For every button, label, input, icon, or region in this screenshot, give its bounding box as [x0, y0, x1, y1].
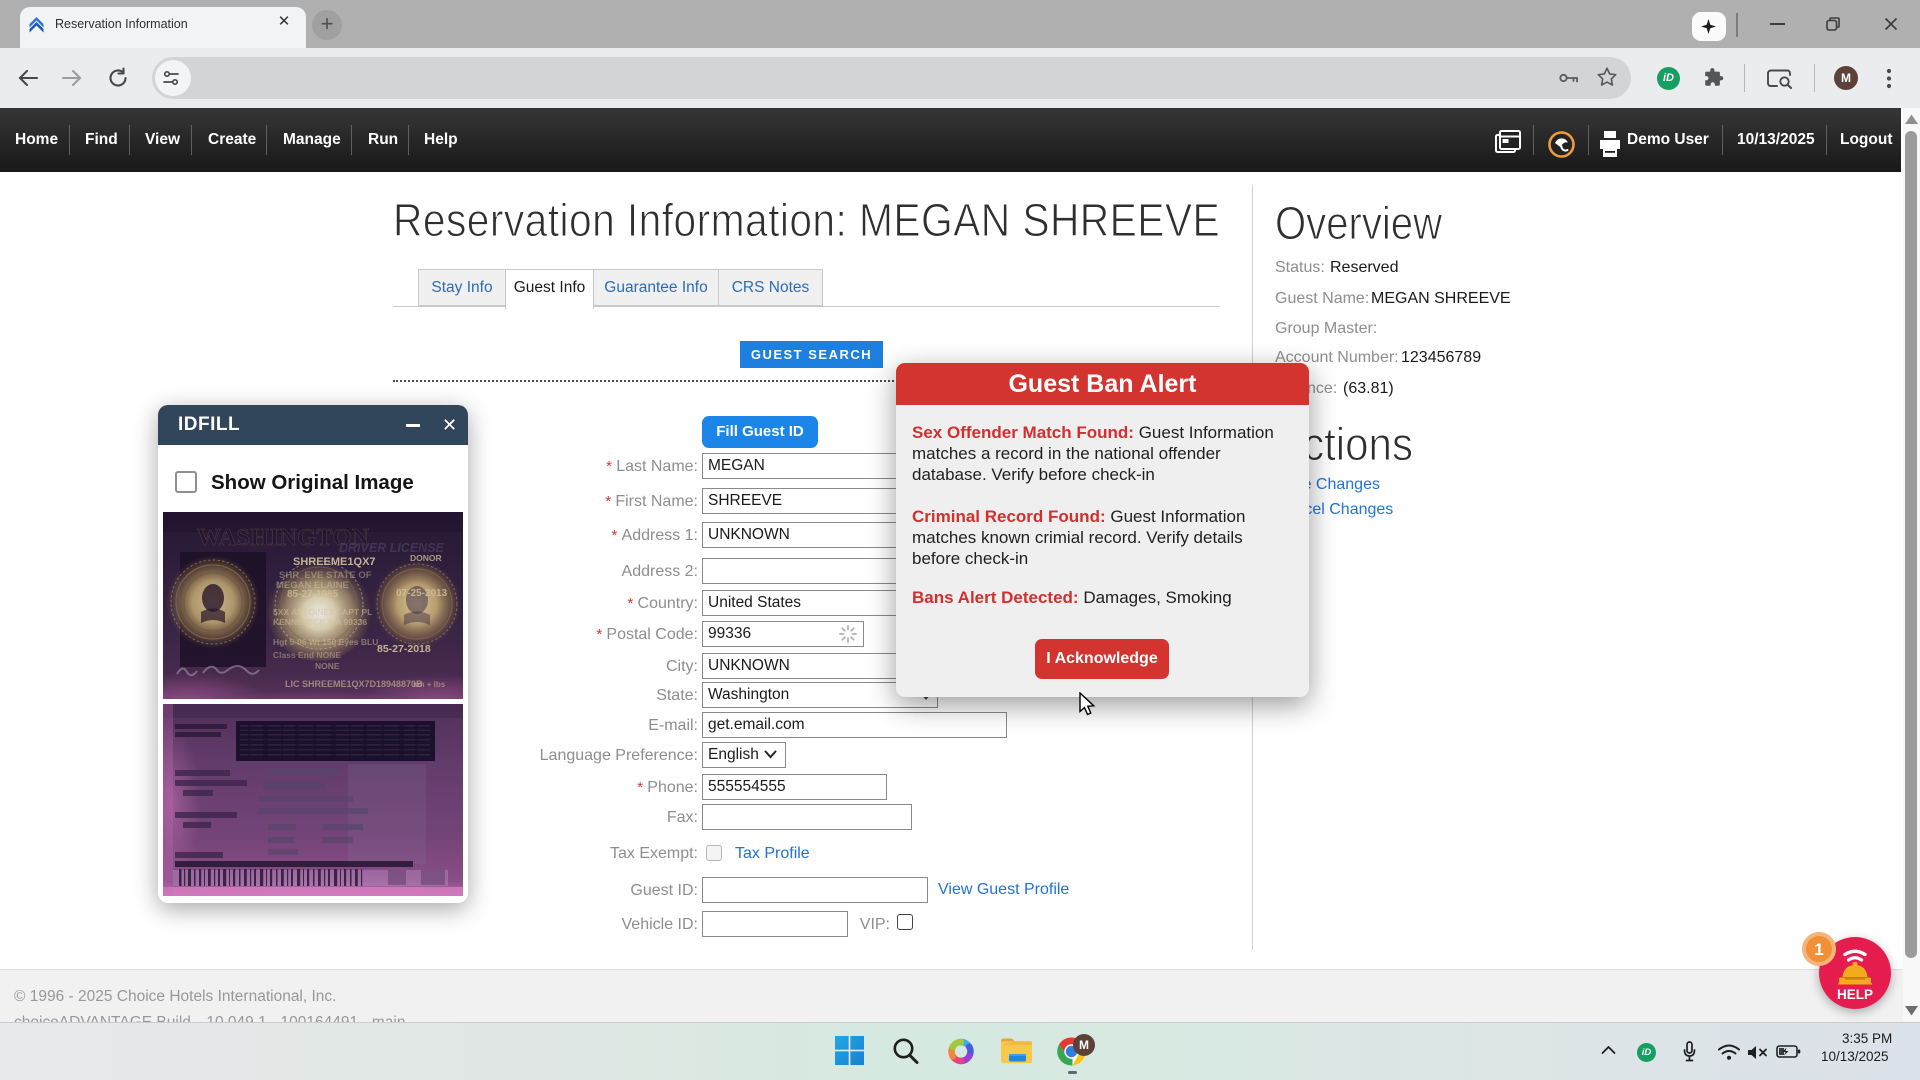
svg-text:HELP: HELP: [1837, 987, 1873, 1002]
